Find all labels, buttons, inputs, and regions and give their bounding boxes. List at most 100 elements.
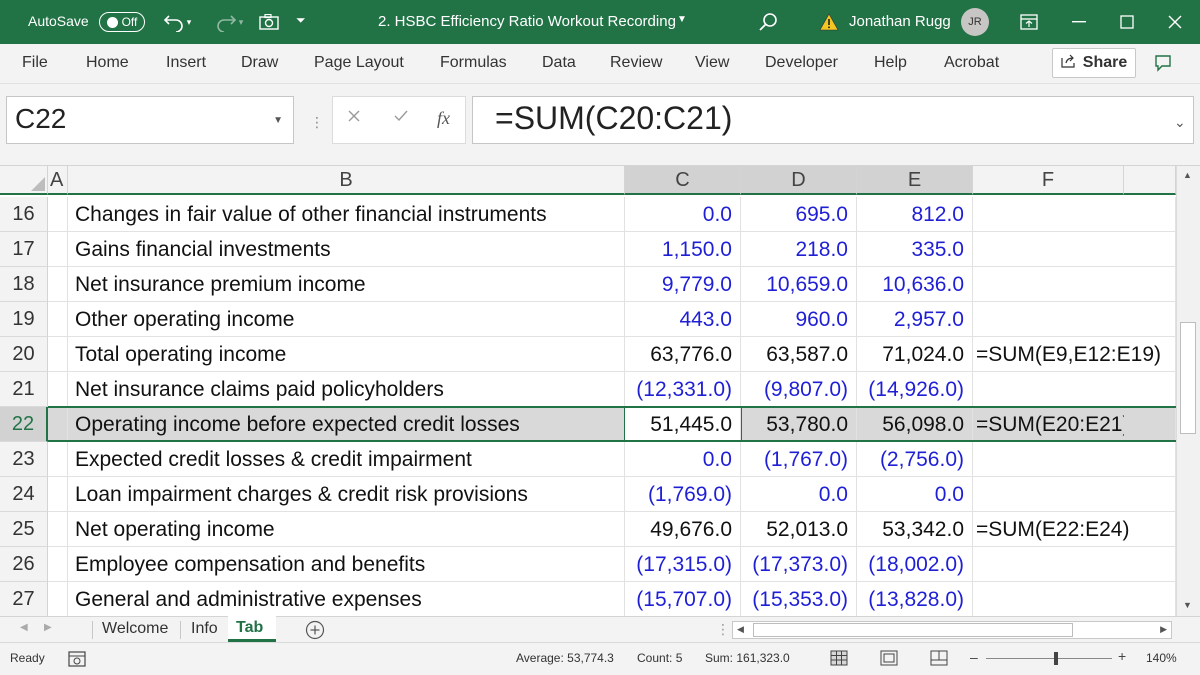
row-label-cell[interactable]: Net insurance claims paid policyholders — [68, 372, 625, 407]
share-button[interactable]: Share — [1052, 48, 1136, 78]
title-dropdown-icon[interactable]: ▼ — [677, 14, 687, 25]
value-cell-c[interactable]: 0.0 — [625, 442, 741, 477]
cancel-icon[interactable] — [347, 109, 361, 128]
status-sum[interactable]: Sum: 161,323.0 — [705, 651, 790, 665]
cell-a[interactable] — [48, 267, 68, 302]
value-cell-d[interactable]: 52,013.0 — [741, 512, 857, 547]
value-cell-d[interactable]: 10,659.0 — [741, 267, 857, 302]
row-header[interactable]: 21 — [0, 372, 48, 407]
select-all-corner[interactable] — [0, 166, 48, 195]
ribbon-display-icon[interactable] — [1018, 12, 1040, 32]
cell-g[interactable] — [1124, 302, 1176, 337]
worksheet-grid[interactable]: A B C D E F 16 Changes in fair value of o… — [0, 166, 1176, 616]
cell-g[interactable] — [1124, 232, 1176, 267]
zoom-slider-thumb[interactable] — [1054, 652, 1058, 665]
tab-data[interactable]: Data — [542, 44, 576, 84]
row-header[interactable]: 18 — [0, 267, 48, 302]
zoom-level[interactable]: 140% — [1146, 651, 1177, 665]
row-header[interactable]: 24 — [0, 477, 48, 512]
value-cell-e[interactable]: 56,098.0 — [857, 407, 973, 442]
avatar[interactable]: JR — [961, 8, 989, 36]
value-cell-d[interactable]: 63,587.0 — [741, 337, 857, 372]
undo-icon[interactable]: ▾ — [160, 10, 194, 34]
cell-g[interactable] — [1124, 372, 1176, 407]
cell-g[interactable] — [1124, 512, 1176, 547]
tab-formulas[interactable]: Formulas — [440, 44, 507, 84]
column-header-e[interactable]: E — [857, 166, 973, 195]
enter-icon[interactable] — [393, 109, 409, 128]
value-cell-c[interactable]: 51,445.0 — [625, 407, 741, 442]
cell-a[interactable] — [48, 512, 68, 547]
value-cell-d[interactable]: 695.0 — [741, 197, 857, 232]
row-label-cell[interactable]: Gains financial investments — [68, 232, 625, 267]
value-cell-e[interactable]: 10,636.0 — [857, 267, 973, 302]
value-cell-d[interactable]: 0.0 — [741, 477, 857, 512]
status-count[interactable]: Count: 5 — [637, 651, 682, 665]
tab-acrobat[interactable]: Acrobat — [944, 44, 999, 84]
scroll-down-icon[interactable]: ▼ — [1183, 600, 1192, 610]
formula-note-cell[interactable] — [973, 197, 1124, 232]
warning-icon[interactable] — [818, 12, 840, 32]
new-sheet-icon[interactable] — [305, 620, 325, 640]
tab-home[interactable]: Home — [86, 44, 129, 84]
value-cell-e[interactable]: 71,024.0 — [857, 337, 973, 372]
name-box[interactable]: C22 ▼ — [6, 96, 294, 144]
normal-view-icon[interactable] — [830, 650, 848, 669]
sheet-tab-info[interactable]: Info — [191, 617, 218, 643]
value-cell-e[interactable]: 2,957.0 — [857, 302, 973, 337]
vertical-scrollbar[interactable]: ▲ ▼ — [1176, 166, 1200, 616]
value-cell-e[interactable]: 335.0 — [857, 232, 973, 267]
tab-page-layout[interactable]: Page Layout — [314, 44, 404, 84]
value-cell-d[interactable]: (17,373.0) — [741, 547, 857, 582]
zoom-in-icon[interactable]: + — [1118, 648, 1126, 664]
sheet-tab-welcome[interactable]: Welcome — [102, 617, 168, 643]
value-cell-c[interactable]: 1,150.0 — [625, 232, 741, 267]
row-header[interactable]: 19 — [0, 302, 48, 337]
name-box-dropdown-icon[interactable]: ▼ — [273, 115, 283, 126]
value-cell-c[interactable]: 49,676.0 — [625, 512, 741, 547]
tab-draw[interactable]: Draw — [241, 44, 278, 84]
cell-g[interactable] — [1124, 442, 1176, 477]
formula-note-cell[interactable] — [973, 547, 1124, 582]
cell-a[interactable] — [48, 232, 68, 267]
formula-note-cell[interactable] — [973, 372, 1124, 407]
value-cell-d[interactable]: 218.0 — [741, 232, 857, 267]
row-label-cell[interactable]: Net insurance premium income — [68, 267, 625, 302]
tab-help[interactable]: Help — [874, 44, 907, 84]
cell-a[interactable] — [48, 407, 68, 442]
horizontal-scroll-thumb[interactable] — [753, 623, 1073, 637]
value-cell-c[interactable]: 443.0 — [625, 302, 741, 337]
user-name[interactable]: Jonathan Rugg — [849, 13, 951, 30]
row-label-cell[interactable]: Changes in fair value of other financial… — [68, 197, 625, 232]
value-cell-d[interactable]: (15,353.0) — [741, 582, 857, 616]
tab-view[interactable]: View — [695, 44, 729, 84]
status-average[interactable]: Average: 53,774.3 — [516, 651, 614, 665]
row-header[interactable]: 26 — [0, 547, 48, 582]
formula-note-cell[interactable] — [973, 302, 1124, 337]
scroll-right-icon[interactable]: ▶ — [1160, 624, 1167, 635]
document-title[interactable]: 2. HSBC Efficiency Ratio Workout Recordi… — [378, 13, 676, 30]
search-icon[interactable] — [756, 10, 780, 34]
formula-input[interactable]: =SUM(C20:C21) — [472, 96, 1194, 144]
value-cell-c[interactable]: 9,779.0 — [625, 267, 741, 302]
row-header[interactable]: 20 — [0, 337, 48, 372]
formula-note-cell[interactable]: =SUM(E20:E21) — [973, 407, 1129, 442]
formula-note-cell[interactable] — [973, 442, 1124, 477]
cell-g[interactable] — [1124, 337, 1176, 372]
cell-g[interactable] — [1124, 547, 1176, 582]
value-cell-d[interactable]: (1,767.0) — [741, 442, 857, 477]
next-sheet-icon[interactable]: ▶ — [44, 622, 52, 633]
drag-handle-icon[interactable]: ⋮ — [310, 114, 324, 131]
row-header[interactable]: 23 — [0, 442, 48, 477]
cell-a[interactable] — [48, 477, 68, 512]
tab-review[interactable]: Review — [610, 44, 662, 84]
formula-note-cell[interactable]: =SUM(E9,E12:E19) — [973, 337, 1161, 372]
value-cell-c[interactable]: (12,331.0) — [625, 372, 741, 407]
comments-icon[interactable] — [1154, 54, 1174, 74]
split-handle-icon[interactable]: ⋮ — [716, 621, 730, 638]
cell-g[interactable] — [1124, 267, 1176, 302]
zoom-out-icon[interactable]: – — [970, 649, 978, 665]
page-layout-view-icon[interactable] — [880, 650, 898, 669]
accessibility-icon[interactable] — [68, 651, 86, 670]
customize-toolbar-icon[interactable]: ⏷ — [296, 13, 306, 28]
